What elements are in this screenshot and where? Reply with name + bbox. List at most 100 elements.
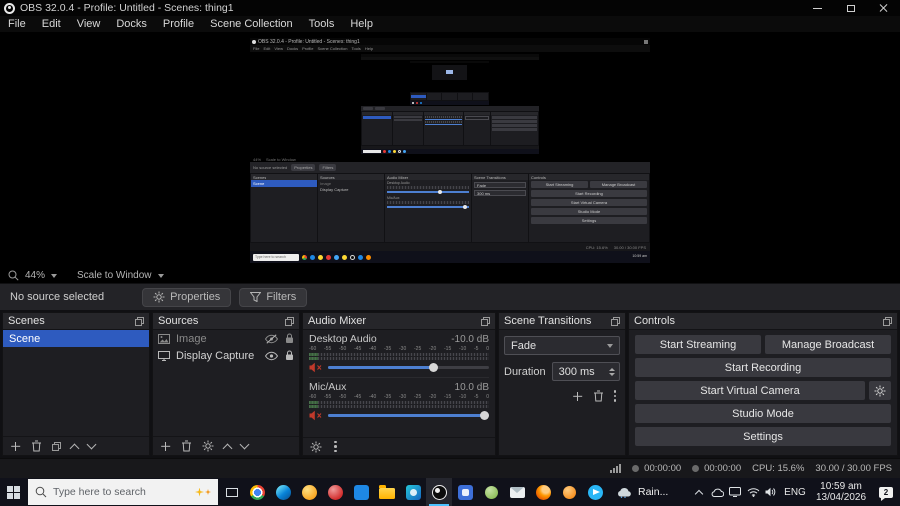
spin-down-icon[interactable]	[609, 372, 615, 376]
menu-item[interactable]: Docks	[108, 16, 155, 32]
add-source-button[interactable]	[160, 441, 171, 452]
taskbar-app-telegram[interactable]	[582, 478, 608, 506]
remove-scene-button[interactable]	[31, 440, 42, 452]
dock-popout-icon[interactable]	[135, 316, 144, 326]
dock-popout-icon[interactable]	[611, 316, 620, 326]
search-input[interactable]	[53, 486, 189, 498]
lock-icon[interactable]	[285, 333, 294, 344]
dock-popout-icon[interactable]	[285, 316, 294, 326]
menu-item[interactable]: Edit	[34, 16, 69, 32]
maximize-button[interactable]	[834, 0, 867, 16]
meter-tick-label: -50	[339, 394, 347, 400]
taskbar-weather-widget[interactable]: Rain...	[608, 478, 676, 506]
source-row-image[interactable]: Image	[153, 330, 299, 347]
virtual-camera-config-button[interactable]	[869, 381, 891, 400]
mute-speaker-icon[interactable]	[309, 362, 322, 373]
chevron-up-icon	[694, 489, 704, 498]
scene-filters-button[interactable]	[52, 441, 61, 451]
taskbar-clock[interactable]: 10:59 am 13/04/2026	[810, 481, 872, 504]
move-scene-up-button[interactable]	[69, 443, 80, 453]
settings-button[interactable]: Settings	[635, 427, 891, 446]
taskbar-app-red[interactable]	[322, 478, 348, 506]
filters-button[interactable]: Filters	[239, 287, 308, 307]
transition-menu-dots-icon[interactable]	[613, 390, 616, 402]
dock-popout-icon[interactable]	[883, 316, 892, 326]
transitions-dock-header[interactable]: Scene Transitions	[499, 313, 625, 330]
remove-transition-button[interactable]	[593, 390, 604, 402]
transition-select[interactable]: Fade	[504, 336, 620, 355]
scale-mode-select[interactable]: Scale to Window	[77, 270, 151, 281]
controls-dock-header[interactable]: Controls	[629, 313, 897, 330]
search-highlights-icon[interactable]	[195, 487, 211, 497]
move-source-down-button[interactable]	[239, 439, 250, 449]
tray-display[interactable]	[726, 478, 744, 506]
meter-tick-label: -20	[429, 394, 437, 400]
taskbar-app-mail[interactable]	[504, 478, 530, 506]
tray-onedrive[interactable]	[708, 478, 726, 506]
mixer-dock-header[interactable]: Audio Mixer	[303, 313, 495, 330]
action-center-button[interactable]: 2	[872, 478, 900, 506]
taskbar-app-yellow[interactable]	[296, 478, 322, 506]
mute-speaker-icon[interactable]	[309, 410, 322, 421]
menu-item[interactable]: Help	[342, 16, 381, 32]
tray-network[interactable]	[744, 478, 762, 506]
volume-slider-handle[interactable]	[428, 363, 438, 372]
source-row-display-capture[interactable]: Display Capture	[153, 347, 299, 364]
start-virtual-camera-button[interactable]: Start Virtual Camera	[635, 381, 865, 400]
taskbar-app-vscode[interactable]	[348, 478, 374, 506]
tray-expand-button[interactable]	[690, 478, 708, 506]
manage-broadcast-button[interactable]: Manage Broadcast	[765, 335, 891, 354]
task-view-button[interactable]	[220, 478, 244, 506]
menu-item[interactable]: Profile	[155, 16, 202, 32]
properties-button[interactable]: Properties	[142, 287, 232, 307]
add-transition-button[interactable]	[572, 391, 583, 402]
taskbar-app-blue[interactable]	[452, 478, 478, 506]
tray-volume[interactable]	[762, 478, 780, 506]
scene-list-item[interactable]: Scene	[3, 330, 149, 347]
start-button[interactable]	[0, 478, 26, 506]
zoom-level[interactable]: 44%	[25, 270, 45, 281]
add-scene-button[interactable]	[10, 441, 21, 452]
volume-slider-handle[interactable]	[480, 411, 490, 420]
menu-item[interactable]: Tools	[301, 16, 343, 32]
mixer-menu-dots-icon[interactable]	[334, 440, 337, 453]
menu-item[interactable]: Scene Collection	[202, 16, 301, 32]
lock-icon[interactable]	[285, 350, 294, 361]
close-button[interactable]	[867, 0, 900, 16]
remove-source-button[interactable]	[181, 440, 192, 452]
volume-slider[interactable]	[328, 363, 489, 372]
minimize-button[interactable]	[801, 0, 834, 16]
dock-popout-icon[interactable]	[481, 316, 490, 326]
image-source-icon	[158, 333, 170, 344]
taskbar-app-firefox[interactable]	[530, 478, 556, 506]
studio-mode-button[interactable]: Studio Mode	[635, 404, 891, 423]
start-recording-button[interactable]: Start Recording	[635, 358, 891, 377]
spin-up-icon[interactable]	[609, 367, 615, 371]
controls-dock-title: Controls	[634, 315, 675, 327]
move-source-up-button[interactable]	[222, 443, 233, 453]
taskbar-app-file-explorer[interactable]	[374, 478, 400, 506]
gear-icon	[874, 385, 886, 397]
start-streaming-button[interactable]: Start Streaming	[635, 335, 761, 354]
language-indicator[interactable]: ENG	[780, 487, 810, 498]
preview-canvas[interactable]: OBS 32.0.4 - Profile: Untitled - Scenes:…	[0, 32, 900, 268]
advanced-audio-gear-icon[interactable]	[310, 441, 322, 453]
taskbar-app-orange[interactable]	[556, 478, 582, 506]
sources-dock-header[interactable]: Sources	[153, 313, 299, 330]
move-scene-down-button[interactable]	[86, 439, 97, 449]
scenes-dock-header[interactable]: Scenes	[3, 313, 149, 330]
taskbar-app-green[interactable]	[478, 478, 504, 506]
mirror-taskbar: Type here to search 10:59 am	[250, 251, 650, 263]
volume-slider[interactable]	[328, 411, 490, 420]
taskbar-app-chrome[interactable]	[244, 478, 270, 506]
duration-spinbox[interactable]: 300 ms	[551, 362, 620, 381]
menu-item[interactable]: View	[69, 16, 109, 32]
taskbar-app-photos[interactable]	[400, 478, 426, 506]
menu-item[interactable]: File	[0, 16, 34, 32]
eye-icon[interactable]	[265, 351, 278, 361]
taskbar-app-obs[interactable]	[426, 478, 452, 506]
taskbar-search-box[interactable]	[28, 479, 218, 505]
taskbar-app-edge[interactable]	[270, 478, 296, 506]
eye-slash-icon[interactable]	[265, 333, 278, 344]
source-properties-gear-icon[interactable]	[202, 440, 214, 452]
